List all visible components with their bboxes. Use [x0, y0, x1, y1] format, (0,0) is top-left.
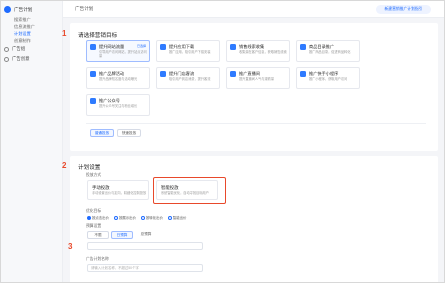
goal-tile-live-room[interactable]: 推广直播间 提升直播间人气与观看量: [226, 67, 290, 89]
mini-program-icon: [300, 71, 306, 77]
option-label: 按点击出价: [92, 216, 109, 220]
brand-logo-icon: [4, 6, 11, 13]
goal-tile-catalog[interactable]: 商品目录推广 推广商品目录，促进商品转化: [296, 40, 360, 62]
store-icon: [160, 71, 166, 77]
budget-amount-input[interactable]: [87, 242, 203, 250]
sidebar-group-ad-creative[interactable]: 广告创意: [4, 56, 30, 62]
option-label: 按展示出价: [118, 216, 136, 220]
marketing-goal-card: 1 请选择营销目标 提升网站流量 已选择 引导用户访问网站，提升站点访问量 提升…: [62, 23, 438, 151]
plan-settings-card: 2 计划设置 投放方式 手动投放 手动设置出价与定向，精细化控制投放 智能投放 …: [62, 156, 438, 282]
top-bar: 广告计划 新建营销推广计划指引: [63, 1, 444, 18]
sidebar-item-feed[interactable]: 信息流推广: [14, 24, 35, 30]
sidebar: 广告计划 搜索推广 信息流推广 计划设置 创意制作 广告组 广告创意: [1, 1, 63, 282]
goal-tile-website-traffic[interactable]: 提升网站流量 已选择 引导用户访问网站，提升站点访问量: [86, 40, 150, 62]
tile-desc: 推广应用，吸引用户下载安装: [169, 50, 211, 54]
sidebar-group-label: 广告组: [12, 46, 26, 51]
annotation-highlight-box: [153, 177, 226, 204]
tile-desc: 推广商品目录，促进商品转化: [309, 50, 351, 54]
tile-desc: 提升公众号关注与粉丝增长: [99, 104, 138, 108]
tile-desc: 提升品牌知名度与活动曝光: [99, 77, 138, 81]
guide-button[interactable]: 新建营销推广计划指引: [376, 5, 431, 14]
radio-icon: [167, 216, 172, 221]
annotation-step-1: 1: [62, 29, 67, 38]
goal-tile-brand-event[interactable]: 推广品牌活动 提升品牌知名度与活动曝光: [86, 67, 150, 89]
sidebar-item-search[interactable]: 搜索推广: [14, 17, 31, 23]
brand-name: 广告计划: [14, 6, 33, 12]
ad-group-icon: [4, 46, 9, 52]
fast-delivery-button[interactable]: 快速投放: [117, 129, 141, 137]
tile-desc: 收集潜在客户信息，获取销售线索: [239, 50, 287, 54]
option-label: 智能出价: [172, 216, 187, 220]
catalog-icon: [300, 44, 306, 50]
traffic-icon: [90, 44, 96, 50]
delivery-mode-label: 投放方式: [86, 173, 102, 177]
sidebar-group-label: 广告创意: [12, 56, 30, 61]
option-cpa[interactable]: 按转化出价: [140, 215, 163, 221]
divider: [86, 123, 426, 124]
download-icon: [160, 44, 166, 50]
budget-label: 预算设置: [86, 224, 102, 228]
goal-tile-official-account[interactable]: 推广公众号 提升公众号关注与粉丝增长: [86, 94, 150, 116]
leads-icon: [230, 44, 236, 50]
goal-tile-store-traffic[interactable]: 提升门店客流 吸引用户到店消费，提升客流: [156, 67, 220, 89]
option-label: 按转化出价: [145, 216, 163, 220]
app-window: 广告计划 搜索推广 信息流推广 计划设置 创意制作 广告组 广告创意 广告计划 …: [0, 0, 445, 283]
option-cpc[interactable]: 按点击出价: [87, 215, 109, 221]
goal-tile-lead-collection[interactable]: 销售线索收集 收集潜在客户信息，获取销售线索: [226, 40, 290, 62]
optimization-options: 按点击出价 按展示出价 按转化出价 智能出价: [87, 215, 187, 221]
sidebar-group-ad-group[interactable]: 广告组: [4, 46, 25, 52]
normal-delivery-button[interactable]: 普通投放: [90, 129, 114, 137]
plan-name-input[interactable]: 请输入计划名称，不超过50个字: [87, 264, 203, 272]
main-content: 广告计划 新建营销推广计划指引 1 请选择营销目标 提升网站流量 已选择 引导用…: [62, 1, 444, 282]
brand: 广告计划: [4, 6, 32, 13]
goal-tile-mini-program[interactable]: 推广快手小程序 推广小程序，获取用户访问: [296, 67, 360, 89]
sidebar-item-plan-settings[interactable]: 计划设置: [14, 31, 31, 37]
live-icon: [230, 71, 236, 77]
budget-total-button[interactable]: 总预算: [135, 231, 157, 239]
option-cpm[interactable]: 按展示出价: [113, 215, 136, 221]
annotation-step-3: 3: [68, 242, 73, 251]
tile-desc: 引导用户访问网站，提升站点访问量: [99, 50, 147, 58]
tile-desc: 吸引用户到店消费，提升客流: [169, 77, 211, 81]
brand-icon: [90, 71, 96, 77]
goal-tile-app-download[interactable]: 提升应用下载 推广应用，吸引用户下载安装: [156, 40, 220, 62]
section-title-goal: 请选择营销目标: [78, 33, 118, 39]
plan-name-label: 广告计划名称: [86, 257, 109, 261]
mode-desc: 手动设置出价与定向，精细化控制投放: [92, 191, 147, 195]
sidebar-item-creative[interactable]: 创意制作: [14, 38, 31, 44]
optimization-goal-label: 优化目标: [86, 209, 102, 213]
ad-creative-icon: [4, 56, 9, 62]
tile-desc: 推广小程序，获取用户访问: [309, 77, 348, 81]
radio-icon: [140, 216, 145, 221]
annotation-step-2: 2: [62, 161, 67, 170]
budget-unlimited-button[interactable]: 不限: [87, 231, 109, 239]
page-title: 广告计划: [75, 6, 94, 11]
mode-card-manual[interactable]: 手动投放 手动设置出价与定向，精细化控制投放: [87, 180, 149, 200]
account-icon: [90, 98, 96, 104]
radio-icon: [87, 216, 91, 221]
budget-daily-button[interactable]: 日预算: [111, 231, 133, 239]
option-smart[interactable]: 智能出价: [167, 215, 187, 221]
radio-icon: [113, 216, 118, 221]
selected-badge: 已选择: [136, 44, 146, 48]
section-title-settings: 计划设置: [78, 165, 101, 171]
tile-desc: 提升直播间人气与观看量: [239, 77, 275, 81]
